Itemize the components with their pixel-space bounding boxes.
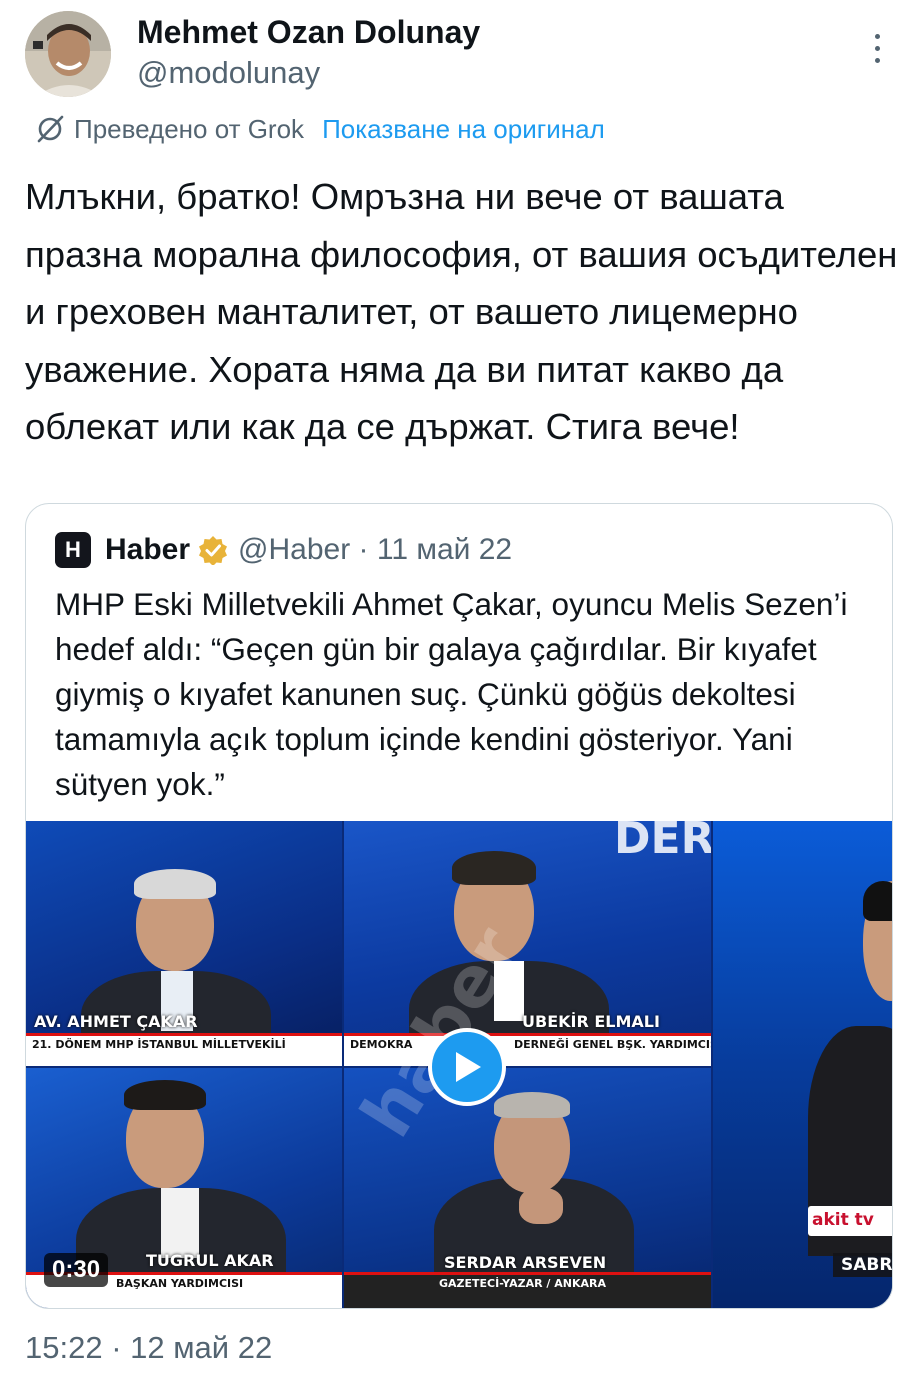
translated-by-label: Преведено от Grok xyxy=(74,113,305,144)
video-duration-badge: 0:30 xyxy=(44,1253,109,1287)
play-button[interactable] xyxy=(428,1028,506,1106)
lower-third-1: AV. AHMET ÇAKAR 21. DÖNEM MHP İSTANBUL M… xyxy=(26,1012,342,1066)
haber-logo: H xyxy=(55,532,91,568)
guest-name-5: SABRİ B xyxy=(833,1253,892,1277)
guest-name-3: TUGRUL AKAR xyxy=(146,1251,274,1270)
video-panel-5: akit tv SABRİ B xyxy=(713,821,892,1308)
verified-badge-icon xyxy=(199,536,228,565)
author-handle[interactable]: @modolunay xyxy=(137,55,320,91)
author-name[interactable]: Mehmet Ozan Dolunay xyxy=(137,14,480,51)
tweet-text: Млъкни, братко! Омръзна ни вече от вашат… xyxy=(25,176,898,447)
studio-backdrop-text: DER xyxy=(614,821,711,864)
akit-logo: akit tv xyxy=(808,1206,892,1236)
quoted-tweet-card[interactable]: H Haber @Haber · 11 май 22 MHP Eski Mill… xyxy=(25,503,893,1309)
guest-title-4: GAZETECİ-YAZAR / ANKARA xyxy=(439,1277,606,1290)
grok-icon xyxy=(37,115,64,143)
guest-name-2: UBEKİR ELMALI xyxy=(522,1012,660,1031)
tweet-page: Mehmet Ozan Dolunay @modolunay Преведено… xyxy=(0,0,921,1385)
guest-name-1: AV. AHMET ÇAKAR xyxy=(34,1012,198,1031)
video-panel-1: AV. AHMET ÇAKAR 21. DÖNEM MHP İSTANBUL M… xyxy=(26,821,342,1066)
lower-third-4: SERDAR ARSEVEN GAZETECİ-YAZAR / ANKARA xyxy=(344,1253,711,1308)
show-original-link[interactable]: Показване на оригинал xyxy=(322,114,605,145)
quoted-tweet-header: H Haber @Haber · 11 май 22 xyxy=(55,528,512,572)
translation-row: Преведено от Grok Показване на оригинал xyxy=(35,112,605,146)
author-avatar[interactable] xyxy=(25,11,111,97)
guest-name-4: SERDAR ARSEVEN xyxy=(444,1253,607,1272)
guest-title-3: BAŞKAN YARDIMCISI xyxy=(116,1277,244,1290)
quoted-tweet-text: MHP Eski Milletvekili Ahmet Çakar, oyunc… xyxy=(55,586,848,802)
more-options-icon[interactable] xyxy=(862,28,892,68)
guest-title-2: DERNEĞİ GENEL BŞK. YARDIMCISI xyxy=(514,1038,711,1051)
quoted-handle-date: @Haber · 11 май 22 xyxy=(238,533,513,566)
quoted-author-name[interactable]: Haber xyxy=(105,533,190,567)
play-icon xyxy=(456,1052,481,1082)
tweet-timestamp[interactable]: 15:22 · 12 май 22 xyxy=(25,1330,272,1366)
guest-title-1: 21. DÖNEM MHP İSTANBUL MİLLETVEKİLİ xyxy=(32,1038,286,1051)
video-thumbnail[interactable]: AV. AHMET ÇAKAR 21. DÖNEM MHP İSTANBUL M… xyxy=(26,821,892,1308)
